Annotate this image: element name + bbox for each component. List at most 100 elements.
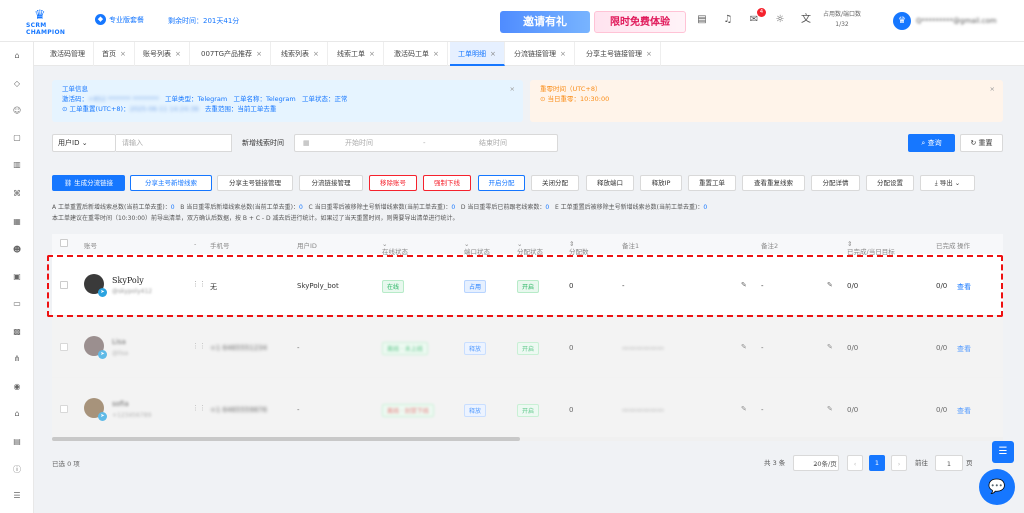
tab-code-orders[interactable]: 激活码工单 × (386, 42, 448, 66)
row-checkbox[interactable] (60, 281, 68, 289)
next-page-button[interactable]: › (891, 455, 907, 471)
select-all-checkbox[interactable] (60, 239, 68, 247)
release-ip-button[interactable]: 释放IP (640, 175, 682, 191)
col-online[interactable]: 在线状态 ⌄ (382, 240, 408, 256)
disable-assign-button[interactable]: 关闭分配 (531, 175, 579, 191)
edit-icon[interactable]: ✎ (741, 343, 747, 351)
tab-product[interactable]: 007TG产品推荐 × (193, 42, 271, 66)
scrollbar-thumb[interactable] (52, 437, 520, 441)
network-icon[interactable]: ⋔ (11, 353, 23, 365)
start-time[interactable]: 开始时间 (345, 135, 373, 151)
close-icon[interactable]: × (490, 50, 496, 58)
video-icon[interactable]: ▣ (11, 271, 23, 283)
user-icon[interactable]: ☺ (11, 105, 23, 117)
page-size-select[interactable]: 20条/页 ⌄ (793, 455, 839, 471)
close-icon[interactable]: × (510, 84, 515, 94)
close-icon[interactable]: × (313, 50, 319, 58)
tab-activation-code[interactable]: 激活码管理 (42, 42, 94, 66)
row-checkbox[interactable] (60, 343, 68, 351)
view-link[interactable]: 查看 (957, 344, 971, 354)
phone-cell: 无 (210, 283, 217, 291)
location-icon[interactable]: ◉ (11, 381, 23, 393)
home-icon[interactable]: ⌂ (11, 50, 23, 62)
clipboard-icon[interactable]: ▥ (11, 159, 23, 171)
bank-icon[interactable]: ⌂ (11, 408, 23, 420)
edit-icon[interactable]: ✎ (741, 405, 747, 413)
goto-page-input[interactable]: 1 (935, 455, 963, 471)
prev-page-button[interactable]: ‹ (847, 455, 863, 471)
enable-assign-button[interactable]: 开启分配 (478, 175, 525, 191)
edit-icon[interactable]: ✎ (741, 281, 747, 289)
remaining-time: 剩余时间：201天41分 (168, 17, 240, 25)
reset-button[interactable]: ↻ 重置 (960, 134, 1003, 152)
user-menu[interactable]: ♛ Q*********@gmail.com (893, 12, 997, 30)
edit-icon[interactable]: ✎ (827, 405, 833, 413)
close-icon[interactable]: × (560, 50, 566, 58)
tab-share-links[interactable]: 分享主号链接管理 × (578, 42, 661, 66)
close-icon[interactable]: × (369, 50, 375, 58)
list-menu-button[interactable]: ☰ (992, 441, 1014, 463)
share-main-links-button[interactable]: 分享主号链接管理 (217, 175, 293, 191)
tab-home[interactable]: 首页 × (94, 42, 135, 66)
end-time[interactable]: 结束时间 (479, 135, 507, 151)
drag-handle-icon[interactable]: ⋮⋮ (192, 404, 206, 412)
lock-icon[interactable]: ▢ (11, 132, 23, 144)
close-icon[interactable]: × (433, 50, 439, 58)
date-range-picker[interactable]: ▦ 开始时间 - 结束时间 (294, 134, 558, 152)
message-icon[interactable]: ✉ 4 (747, 8, 766, 27)
row-checkbox[interactable] (60, 405, 68, 413)
translate-icon[interactable]: 文 (799, 13, 813, 27)
split-link-manage-button[interactable]: 分流链接管理 (299, 175, 363, 191)
tab-leads[interactable]: 线索列表 × (273, 42, 328, 66)
drag-handle-icon[interactable]: ⋮⋮ (192, 342, 206, 350)
force-offline-button[interactable]: 强制下线 (423, 175, 471, 191)
share-main-leads-button[interactable]: 分享主号新增线索 (130, 175, 212, 191)
trial-banner[interactable]: 限时免费体验 (594, 11, 686, 33)
calendar-icon[interactable]: ▩ (11, 326, 23, 338)
tab-split-links[interactable]: 分流链接管理 × (506, 42, 575, 66)
page-1-button[interactable]: 1 (869, 455, 885, 471)
generate-split-link-button[interactable]: ⛓ 生成分流链接 (52, 175, 125, 191)
col-account: 账号 (84, 242, 97, 250)
close-icon[interactable]: × (120, 50, 126, 58)
query-button[interactable]: ⌕ 查询 (908, 134, 955, 152)
file-icon[interactable]: ▤ (11, 436, 23, 448)
close-icon[interactable]: × (175, 50, 181, 58)
remove-account-button[interactable]: 移除账号 (369, 175, 417, 191)
col-port[interactable]: 端口状态 ⌄ (464, 240, 490, 256)
monitor-icon[interactable]: ▭ (11, 298, 23, 310)
document-icon[interactable]: ▤ (695, 13, 709, 27)
shield-icon[interactable]: ◇ (11, 78, 23, 90)
search-input[interactable]: 请输入 (116, 134, 232, 152)
bell-icon[interactable]: ♫ (721, 13, 735, 27)
chat-button[interactable]: 💬 (979, 469, 1015, 505)
collapse-icon[interactable]: ☰ (11, 490, 23, 502)
map-icon[interactable]: ⌘ (11, 188, 23, 200)
edit-icon[interactable]: ✎ (827, 281, 833, 289)
drag-handle-icon[interactable]: ⋮⋮ (192, 280, 206, 288)
reset-order-button[interactable]: 重置工单 (688, 175, 736, 191)
field-select[interactable]: 用户ID ⌄ (52, 134, 116, 152)
assign-detail-button[interactable]: 分配详情 (811, 175, 860, 191)
theme-icon[interactable]: ☼ (773, 13, 787, 27)
horizontal-scrollbar[interactable] (52, 437, 1003, 441)
assign-settings-button[interactable]: 分配设置 (866, 175, 914, 191)
tab-accounts[interactable]: 账号列表 × (135, 42, 190, 66)
edit-icon[interactable]: ✎ (827, 343, 833, 351)
col-assign[interactable]: 分配状态 ⌄ (517, 240, 543, 256)
close-icon[interactable]: × (256, 50, 262, 58)
view-link[interactable]: 查看 (957, 406, 971, 416)
view-link[interactable]: 查看 (957, 282, 971, 292)
close-icon[interactable]: × (990, 84, 995, 94)
tab-lead-orders[interactable]: 线索工单 × (329, 42, 384, 66)
release-port-button[interactable]: 释放端口 (586, 175, 634, 191)
contacts-icon[interactable]: ☻ (11, 244, 23, 256)
tab-order-detail[interactable]: 工单明细 × (450, 42, 505, 66)
export-button[interactable]: ⤓ 导出 ⌄ (920, 175, 975, 191)
note-icon[interactable]: ▦ (11, 216, 23, 228)
app-logo[interactable]: ♛ SCRM CHAMPION (26, 8, 82, 36)
close-icon[interactable]: × (646, 50, 652, 58)
view-duplicates-button[interactable]: 查看重复线索 (742, 175, 805, 191)
invite-banner[interactable]: 邀请有礼 (500, 11, 590, 33)
info-icon[interactable]: ⓘ (11, 464, 23, 476)
